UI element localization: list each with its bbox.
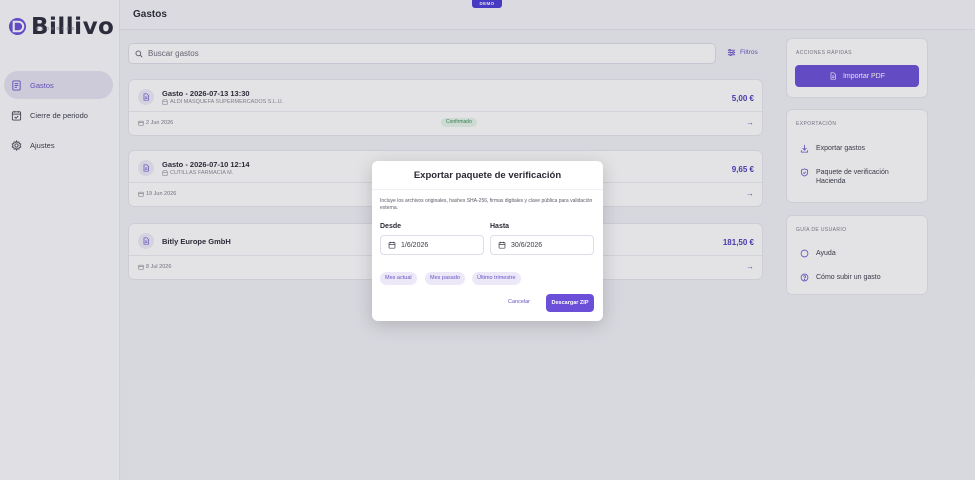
modal-divider	[372, 189, 603, 190]
cancel-button[interactable]: Cancelar	[508, 299, 530, 305]
calendar-icon	[388, 241, 396, 249]
to-date-field[interactable]: 30/6/2026	[490, 235, 594, 255]
download-zip-button[interactable]: Descargar ZIP	[546, 294, 594, 312]
export-verification-modal: Exportar paquete de verificación Incluye…	[372, 161, 603, 321]
calendar-icon	[498, 241, 506, 249]
preset-last-quarter[interactable]: Último trimestre	[472, 272, 521, 285]
to-label: Hasta	[490, 223, 510, 230]
preset-current-month[interactable]: Mes actual	[380, 272, 417, 285]
to-date-value: 30/6/2026	[511, 241, 543, 249]
from-label: Desde	[380, 223, 402, 230]
modal-description: Incluye los archivos originales, hashes …	[380, 198, 593, 211]
preset-last-month[interactable]: Mes pasado	[425, 272, 465, 285]
from-date-value: 1/6/2026	[401, 241, 429, 249]
from-date-field[interactable]: 1/6/2026	[380, 235, 484, 255]
modal-title: Exportar paquete de verificación	[413, 170, 562, 181]
